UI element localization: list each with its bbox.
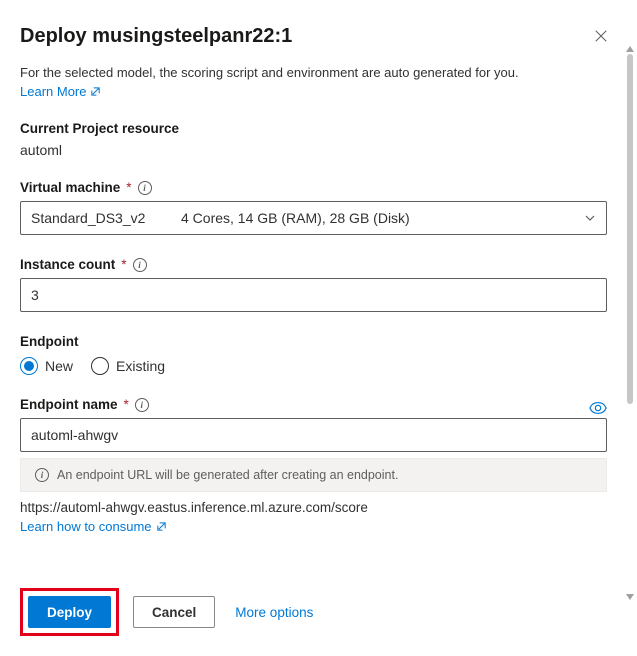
external-link-icon [90,86,101,97]
endpoint-section: Endpoint New Existing [20,334,607,375]
info-icon[interactable]: i [135,398,149,412]
project-section: Current Project resource automl [20,121,607,158]
close-icon [594,29,608,43]
instance-count-input[interactable] [20,278,607,312]
more-options-link[interactable]: More options [235,605,313,620]
endpoint-url: https://automl-ahwgv.eastus.inference.ml… [20,500,607,515]
required-marker: * [121,257,126,272]
instance-label: Instance count * i [20,257,607,272]
radio-existing-label: Existing [116,358,165,374]
radio-new-label: New [45,358,73,374]
panel-header: Deploy musingsteelpanr22:1 [20,20,617,52]
learn-consume-link[interactable]: Learn how to consume [20,519,167,534]
panel-title: Deploy musingsteelpanr22:1 [20,25,292,48]
project-value: automl [20,142,607,158]
endpoint-hint: i An endpoint URL will be generated afte… [20,458,607,492]
learn-consume-label: Learn how to consume [20,519,152,534]
info-icon[interactable]: i [133,258,147,272]
endpoint-name-input[interactable] [20,418,607,452]
scroll-up-arrow-icon[interactable] [625,44,635,54]
instance-label-text: Instance count [20,257,115,272]
external-link-icon [156,521,167,532]
endpoint-name-label: Endpoint name * i [20,397,149,412]
scroll-area[interactable]: For the selected model, the scoring scri… [20,64,617,604]
endpoint-radio-existing[interactable]: Existing [91,357,165,375]
vm-section: Virtual machine * i Standard_DS3_v2 4 Co… [20,180,607,235]
project-label: Current Project resource [20,121,607,136]
endpoint-name-label-row: Endpoint name * i [20,397,607,418]
endpoint-label: Endpoint [20,334,607,349]
scrollbar[interactable] [627,54,633,590]
chevron-down-icon [584,212,596,224]
deploy-highlight: Deploy [20,588,119,636]
vm-select[interactable]: Standard_DS3_v2 4 Cores, 14 GB (RAM), 28… [20,201,607,235]
endpoint-name-section: Endpoint name * i i An endpoint URL will… [20,397,607,534]
scroll-down-arrow-icon[interactable] [625,592,635,602]
required-marker: * [124,397,129,412]
endpoint-radio-new[interactable]: New [20,357,73,375]
deploy-button[interactable]: Deploy [28,596,111,628]
radio-icon-unchecked [91,357,109,375]
vm-selected-name: Standard_DS3_v2 [31,210,181,226]
instance-section: Instance count * i [20,257,607,312]
required-marker: * [126,180,131,195]
endpoint-hint-text: An endpoint URL will be generated after … [57,468,398,482]
panel-footer: Deploy Cancel More options [20,588,617,636]
vm-selected-spec: 4 Cores, 14 GB (RAM), 28 GB (Disk) [181,210,584,226]
info-icon[interactable]: i [138,181,152,195]
endpoint-name-label-text: Endpoint name [20,397,118,412]
vm-label: Virtual machine * i [20,180,607,195]
cancel-button[interactable]: Cancel [133,596,215,628]
info-icon: i [35,468,49,482]
eye-icon[interactable] [589,399,607,417]
deploy-panel: Deploy musingsteelpanr22:1 For the selec… [0,0,637,656]
intro-description: For the selected model, the scoring scri… [20,64,607,82]
learn-more-link[interactable]: Learn More [20,84,101,99]
scrollbar-thumb[interactable] [627,54,633,404]
vm-label-text: Virtual machine [20,180,120,195]
endpoint-radio-group: New Existing [20,357,607,375]
radio-icon-checked [20,357,38,375]
close-button[interactable] [585,20,617,52]
learn-more-label: Learn More [20,84,86,99]
